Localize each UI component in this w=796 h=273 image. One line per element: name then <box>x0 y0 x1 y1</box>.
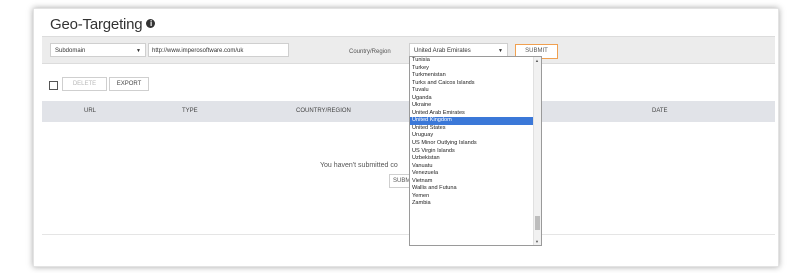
delete-button[interactable]: DELETE <box>62 77 107 91</box>
country-option[interactable]: Venezuela <box>410 170 534 178</box>
scroll-down-icon[interactable]: ▼ <box>535 239 539 244</box>
country-option[interactable]: Uganda <box>410 95 534 103</box>
country-option[interactable]: Uzbekistan <box>410 155 534 163</box>
country-select[interactable]: United Arab Emirates ▼ <box>409 43 508 57</box>
column-type[interactable]: TYPE <box>182 108 198 114</box>
url-input-value: http://www.imperosoftware.com/uk <box>152 48 244 54</box>
select-all-checkbox[interactable] <box>49 81 58 90</box>
empty-state-message: You haven't submitted co <box>320 162 398 169</box>
country-options: Tunisia Turkey Turkmenistan Turks and Caico… <box>410 57 534 208</box>
page-title: Geo-Targeting i <box>50 16 156 33</box>
country-option[interactable]: United Kingdom <box>410 117 534 125</box>
info-icon[interactable]: i <box>146 18 156 28</box>
page-title-text: Geo-Targeting <box>50 16 143 33</box>
scrollbar[interactable]: ▲ ▼ <box>533 57 541 245</box>
country-option[interactable]: Yemen <box>410 193 534 201</box>
country-option[interactable]: US Virgin Islands <box>410 148 534 156</box>
country-option[interactable]: Tuvalu <box>410 87 534 95</box>
country-dropdown-list[interactable]: Tunisia Turkey Turkmenistan Turks and Caico… <box>409 56 542 246</box>
country-select-value: United Arab Emirates <box>414 48 471 54</box>
country-option[interactable]: Turkey <box>410 65 534 73</box>
country-option[interactable]: Tunisia <box>410 57 534 65</box>
column-url[interactable]: URL <box>84 108 96 114</box>
geo-targeting-panel: Geo-Targeting i Subdomain ▼ http://www.im… <box>33 8 779 267</box>
country-option[interactable]: Ukraine <box>410 102 534 110</box>
country-option[interactable]: United States <box>410 125 534 133</box>
column-country-region[interactable]: COUNTRY/REGION <box>296 108 351 114</box>
country-option[interactable]: Vanuatu <box>410 163 534 171</box>
country-option[interactable]: Turks and Caicos Islands <box>410 80 534 88</box>
country-option[interactable]: Turkmenistan <box>410 72 534 80</box>
type-select-value: Subdomain <box>55 48 86 54</box>
country-option[interactable]: Uruguay <box>410 132 534 140</box>
country-option[interactable]: United Arab Emirates <box>410 110 534 118</box>
country-option[interactable]: Wallis and Futuna <box>410 185 534 193</box>
country-option[interactable]: Vietnam <box>410 178 534 186</box>
url-input[interactable]: http://www.imperosoftware.com/uk <box>148 43 289 57</box>
scroll-up-icon[interactable]: ▲ <box>535 58 539 63</box>
type-select[interactable]: Subdomain ▼ <box>50 43 146 57</box>
country-region-label: Country/Region <box>349 49 391 55</box>
column-date[interactable]: DATE <box>652 108 668 114</box>
chevron-down-icon: ▼ <box>136 48 141 54</box>
country-option[interactable]: US Minor Outlying Islands <box>410 140 534 148</box>
export-button[interactable]: EXPORT <box>109 77 149 91</box>
scrollbar-thumb[interactable] <box>535 216 540 230</box>
country-option[interactable]: Zambia <box>410 200 534 208</box>
